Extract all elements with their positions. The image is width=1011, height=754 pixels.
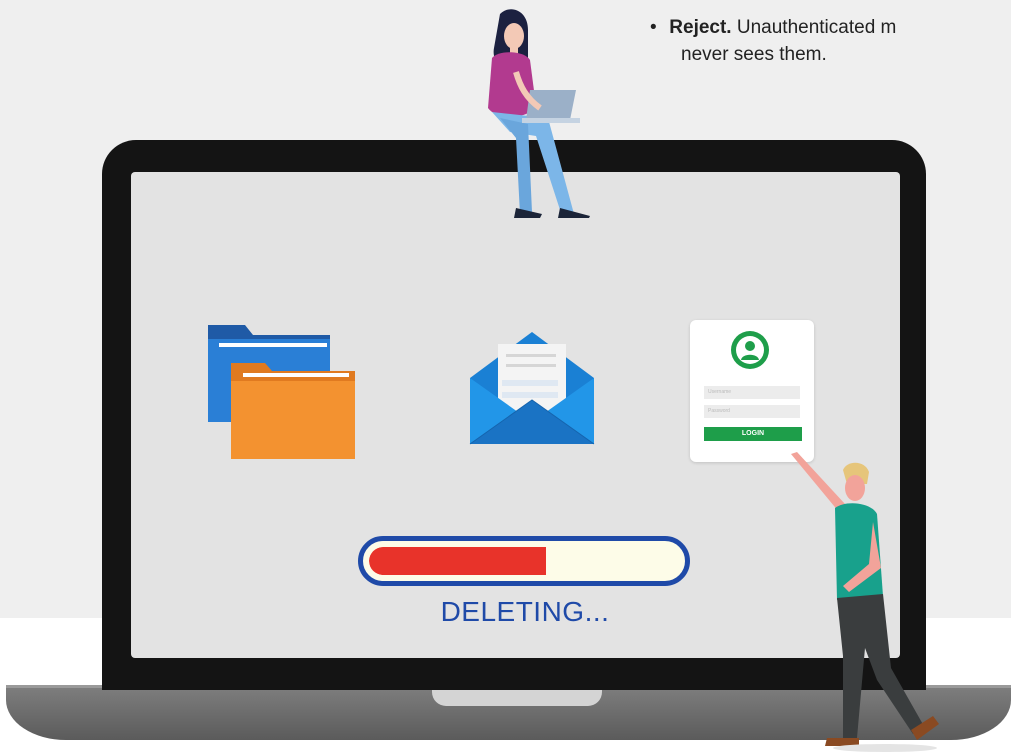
bullet-note: • Reject. Unauthenticated m never sees t… (650, 14, 1011, 68)
progress-track (369, 547, 679, 575)
bullet-title: Reject. (669, 17, 732, 38)
woman-with-laptop-illustration (470, 8, 610, 218)
bullet-text: Unauthenticated m (736, 17, 897, 38)
folder-icon (205, 325, 360, 460)
user-avatar-icon (730, 330, 770, 370)
login-card: Username Password LOGIN (690, 320, 814, 462)
progress-fill (369, 547, 546, 575)
deleting-status-label: DELETING... (440, 596, 610, 627)
delete-progress-bar (358, 536, 690, 586)
login-button[interactable]: LOGIN (704, 427, 802, 441)
email-envelope-icon (468, 330, 596, 446)
laptop-hinge (432, 688, 602, 706)
bullet-continuation: never sees them. (681, 44, 827, 65)
username-field[interactable]: Username (704, 386, 800, 399)
man-pointing-illustration (785, 448, 945, 753)
username-placeholder: Username (708, 389, 732, 395)
password-field[interactable]: Password (704, 405, 800, 418)
password-placeholder: Password (708, 408, 730, 414)
bullet-dot: • (650, 17, 657, 38)
